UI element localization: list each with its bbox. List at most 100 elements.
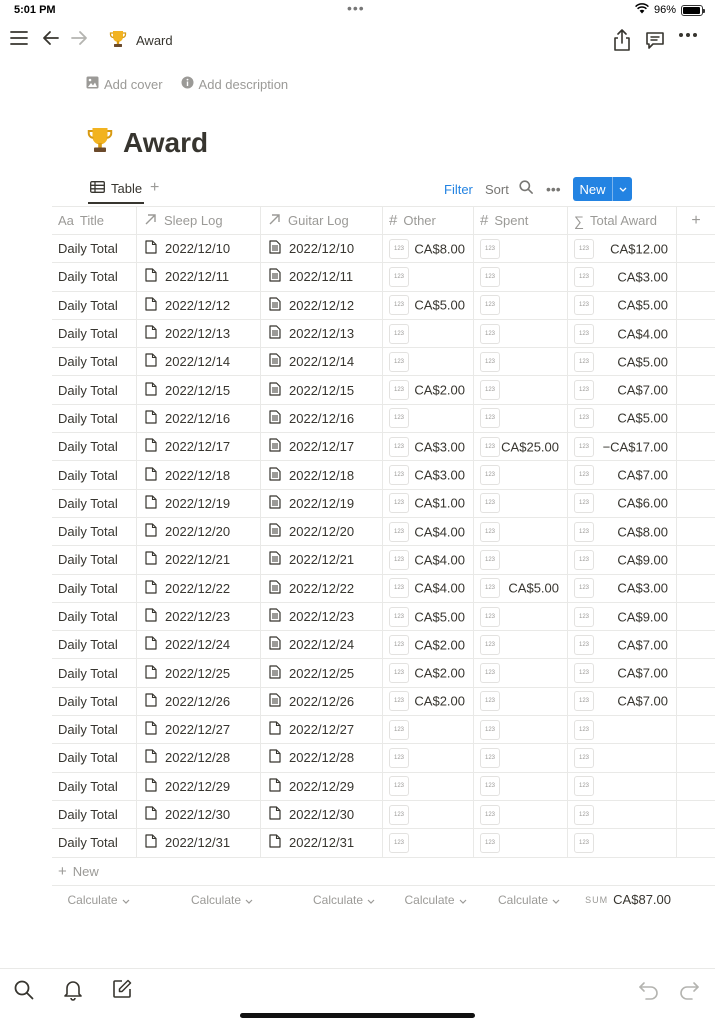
calculate-other[interactable]: Calculate bbox=[389, 886, 482, 914]
guitar-log-cell[interactable]: 2022/12/30 bbox=[261, 800, 383, 829]
other-cell[interactable]: 123 CA$2.00 bbox=[383, 687, 474, 716]
guitar-log-cell[interactable]: 2022/12/24 bbox=[261, 631, 383, 659]
other-cell[interactable]: 123 bbox=[383, 348, 474, 376]
title-cell[interactable]: Daily Total bbox=[52, 602, 137, 631]
table-row[interactable]: Daily Total 2022/12/29 2022/12/29 123 123 123 bbox=[52, 772, 715, 801]
sleep-log-link[interactable]: 2022/12/18 bbox=[165, 468, 230, 483]
guitar-log-cell[interactable]: 2022/12/21 bbox=[261, 546, 383, 574]
total-award-cell[interactable]: 123 CA$7.00 bbox=[568, 461, 677, 489]
trophy-icon[interactable] bbox=[85, 124, 115, 161]
table-row[interactable]: Daily Total 2022/12/18 2022/12/18 123 CA$3.0… bbox=[52, 461, 715, 490]
sleep-log-cell[interactable]: 2022/12/22 bbox=[137, 574, 261, 602]
guitar-log-link[interactable]: 2022/12/22 bbox=[289, 581, 354, 596]
sleep-log-link[interactable]: 2022/12/20 bbox=[165, 524, 230, 539]
guitar-log-link[interactable]: 2022/12/23 bbox=[289, 609, 354, 624]
spent-cell[interactable]: 123 bbox=[474, 517, 568, 546]
calculate-guitar-log[interactable]: Calculate bbox=[299, 886, 389, 914]
spent-cell[interactable]: 123 CA$25.00 bbox=[474, 433, 568, 461]
title-cell[interactable]: Daily Total bbox=[52, 687, 137, 716]
title-cell[interactable]: Daily Total bbox=[52, 319, 137, 348]
guitar-log-cell[interactable]: 2022/12/25 bbox=[261, 659, 383, 687]
sleep-log-link[interactable]: 2022/12/22 bbox=[165, 581, 230, 596]
column-header-other[interactable]: # Other bbox=[383, 207, 474, 234]
other-cell[interactable]: 123 CA$5.00 bbox=[383, 291, 474, 319]
table-row[interactable]: Daily Total 2022/12/27 2022/12/27 123 123 123 bbox=[52, 716, 715, 745]
new-button-label[interactable]: New bbox=[573, 177, 613, 201]
total-award-cell[interactable]: 123 CA$5.00 bbox=[568, 404, 677, 433]
page-title-text[interactable]: Award bbox=[123, 127, 208, 159]
column-header-total-award[interactable]: ∑ Total Award bbox=[568, 207, 677, 234]
sleep-log-link[interactable]: 2022/12/24 bbox=[165, 637, 230, 652]
sleep-log-cell[interactable]: 2022/12/23 bbox=[137, 602, 261, 631]
spent-cell[interactable]: 123 CA$5.00 bbox=[474, 574, 568, 602]
sleep-log-link[interactable]: 2022/12/13 bbox=[165, 326, 230, 341]
spent-cell[interactable]: 123 bbox=[474, 744, 568, 772]
title-cell[interactable]: Daily Total bbox=[52, 348, 137, 376]
table-row[interactable]: Daily Total 2022/12/13 2022/12/13 123 123 123… bbox=[52, 319, 715, 349]
sleep-log-cell[interactable]: 2022/12/17 bbox=[137, 433, 261, 461]
total-award-cell[interactable]: 123 bbox=[568, 744, 677, 772]
other-cell[interactable]: 123 bbox=[383, 404, 474, 433]
guitar-log-cell[interactable]: 2022/12/26 bbox=[261, 687, 383, 716]
total-award-cell[interactable]: 123 CA$7.00 bbox=[568, 687, 677, 716]
guitar-log-cell[interactable]: 2022/12/16 bbox=[261, 404, 383, 433]
spent-cell[interactable]: 123 bbox=[474, 687, 568, 716]
guitar-log-link[interactable]: 2022/12/30 bbox=[289, 807, 354, 822]
other-cell[interactable]: 123 CA$4.00 bbox=[383, 546, 474, 574]
title-cell[interactable]: Daily Total bbox=[52, 574, 137, 602]
guitar-log-link[interactable]: 2022/12/12 bbox=[289, 298, 354, 313]
title-cell[interactable]: Daily Total bbox=[52, 489, 137, 517]
guitar-log-cell[interactable]: 2022/12/29 bbox=[261, 772, 383, 800]
home-indicator[interactable] bbox=[240, 1013, 475, 1018]
spent-cell[interactable]: 123 bbox=[474, 716, 568, 744]
column-header-title[interactable]: Aa Title bbox=[52, 207, 137, 234]
guitar-log-link[interactable]: 2022/12/29 bbox=[289, 779, 354, 794]
title-cell[interactable]: Daily Total bbox=[52, 546, 137, 574]
sleep-log-cell[interactable]: 2022/12/11 bbox=[137, 263, 261, 291]
sum-total-award[interactable]: SUM CA$87.00 bbox=[576, 886, 678, 914]
title-cell[interactable]: Daily Total bbox=[52, 433, 137, 461]
sleep-log-link[interactable]: 2022/12/25 bbox=[165, 666, 230, 681]
guitar-log-link[interactable]: 2022/12/16 bbox=[289, 411, 354, 426]
sleep-log-cell[interactable]: 2022/12/28 bbox=[137, 744, 261, 772]
title-cell[interactable]: Daily Total bbox=[52, 631, 137, 659]
table-row[interactable]: Daily Total 2022/12/26 2022/12/26 123 CA$2.0… bbox=[52, 687, 715, 717]
table-row[interactable]: Daily Total 2022/12/14 2022/12/14 123 123 123… bbox=[52, 348, 715, 377]
sleep-log-cell[interactable]: 2022/12/25 bbox=[137, 659, 261, 687]
guitar-log-link[interactable]: 2022/12/17 bbox=[289, 439, 354, 454]
sleep-log-cell[interactable]: 2022/12/18 bbox=[137, 461, 261, 489]
title-cell[interactable]: Daily Total bbox=[52, 829, 137, 857]
redo-icon[interactable] bbox=[678, 980, 700, 1000]
table-row[interactable]: Daily Total 2022/12/20 2022/12/20 123 CA$4.0… bbox=[52, 517, 715, 547]
calculate-spent[interactable]: Calculate bbox=[482, 886, 576, 914]
title-cell[interactable]: Daily Total bbox=[52, 461, 137, 489]
search-icon[interactable] bbox=[14, 980, 34, 1000]
sleep-log-cell[interactable]: 2022/12/13 bbox=[137, 319, 261, 348]
search-icon[interactable] bbox=[519, 180, 533, 199]
guitar-log-cell[interactable]: 2022/12/15 bbox=[261, 376, 383, 404]
calculate-sleep-log[interactable]: Calculate bbox=[145, 886, 299, 914]
guitar-log-cell[interactable]: 2022/12/17 bbox=[261, 433, 383, 461]
forward-arrow-icon[interactable] bbox=[70, 30, 88, 46]
title-cell[interactable]: Daily Total bbox=[52, 517, 137, 546]
title-cell[interactable]: Daily Total bbox=[52, 744, 137, 772]
spent-cell[interactable]: 123 bbox=[474, 319, 568, 348]
sleep-log-link[interactable]: 2022/12/11 bbox=[165, 269, 229, 284]
guitar-log-link[interactable]: 2022/12/21 bbox=[289, 552, 354, 567]
guitar-log-link[interactable]: 2022/12/15 bbox=[289, 383, 354, 398]
guitar-log-cell[interactable]: 2022/12/28 bbox=[261, 744, 383, 772]
table-row[interactable]: Daily Total 2022/12/10 2022/12/10 123 CA$8.0… bbox=[52, 235, 715, 264]
guitar-log-cell[interactable]: 2022/12/14 bbox=[261, 348, 383, 376]
total-award-cell[interactable]: 123 CA$12.00 bbox=[568, 235, 677, 263]
other-cell[interactable]: 123 CA$2.00 bbox=[383, 376, 474, 404]
sleep-log-link[interactable]: 2022/12/21 bbox=[165, 552, 230, 567]
table-row[interactable]: Daily Total 2022/12/11 2022/12/11 123 123 123… bbox=[52, 263, 715, 292]
total-award-cell[interactable]: 123 CA$5.00 bbox=[568, 348, 677, 376]
guitar-log-cell[interactable]: 2022/12/13 bbox=[261, 319, 383, 348]
title-cell[interactable]: Daily Total bbox=[52, 291, 137, 319]
guitar-log-cell[interactable]: 2022/12/19 bbox=[261, 489, 383, 517]
total-award-cell[interactable]: 123 CA$3.00 bbox=[568, 263, 677, 291]
more-options-icon[interactable] bbox=[678, 32, 698, 38]
spent-cell[interactable]: 123 bbox=[474, 461, 568, 489]
title-cell[interactable]: Daily Total bbox=[52, 235, 137, 263]
